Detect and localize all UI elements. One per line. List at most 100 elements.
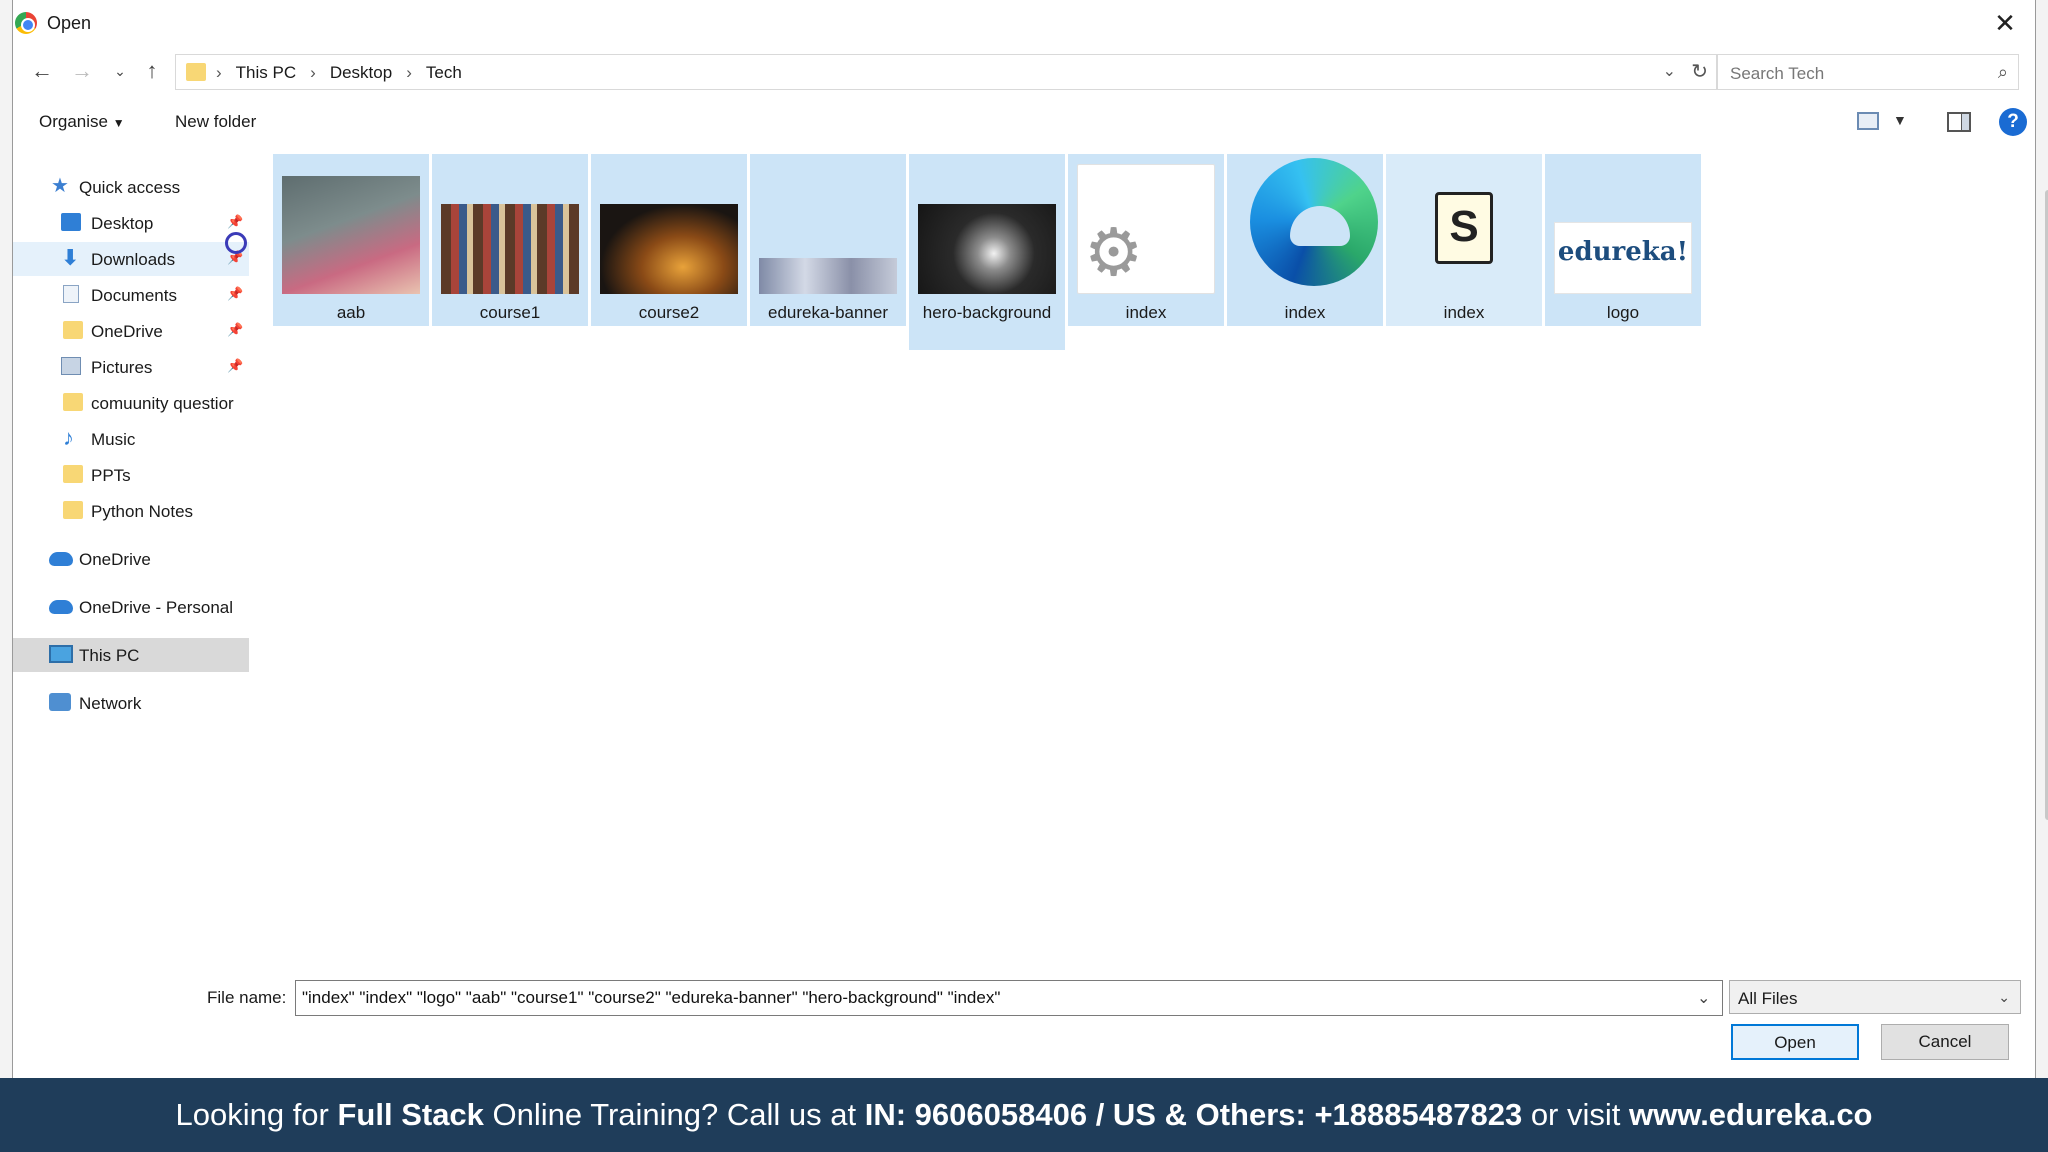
folder-icon (63, 501, 83, 519)
title-bar: Open ✕ (13, 0, 2035, 46)
sidebar-item-label: Desktop (91, 214, 154, 233)
pin-icon: 📌 (227, 322, 244, 337)
navigation-pane: ★ Quick access Desktop 📌 ⬇ Downloads 📌 D… (13, 160, 261, 720)
image-thumbnail (918, 204, 1056, 294)
star-icon: ★ (51, 175, 69, 197)
file-name: hero-background (922, 303, 1052, 322)
sidebar-item-documents[interactable]: Documents 📌 (13, 278, 249, 312)
file-item-course1[interactable]: course1 (432, 154, 588, 326)
view-options-dropdown-icon[interactable]: ▼ (1893, 112, 1907, 128)
logo-thumbnail: edureka! (1554, 222, 1692, 294)
documents-icon (63, 285, 79, 303)
edge-logo-icon (1250, 158, 1378, 286)
up-arrow-icon: ↑ (146, 58, 158, 83)
sidebar-item-onedrive[interactable]: OneDrive (13, 542, 249, 576)
file-item-hero-background[interactable]: hero-background (909, 154, 1065, 350)
breadcrumb-desktop[interactable]: Desktop (330, 63, 392, 83)
banner-text: Looking for (175, 1097, 338, 1132)
organise-label: Organise (39, 112, 108, 131)
change-view-icon[interactable] (1857, 112, 1879, 130)
file-item-index-script[interactable]: S index (1386, 154, 1542, 326)
sidebar-item-label: OneDrive (91, 322, 163, 341)
breadcrumb-separator: › (216, 63, 222, 82)
recent-locations-button[interactable]: ⌄ (105, 56, 135, 86)
folder-icon (63, 321, 83, 339)
promo-banner: Looking for Full Stack Online Training? … (0, 1078, 2048, 1152)
image-thumbnail (441, 204, 579, 294)
pin-icon: 📌 (227, 214, 244, 229)
back-button[interactable]: ← (27, 56, 57, 86)
file-item-aab[interactable]: aab (273, 154, 429, 326)
chevron-down-icon: ⌄ (114, 63, 126, 79)
back-arrow-icon: ← (31, 58, 53, 83)
image-thumbnail (282, 176, 420, 294)
forward-arrow-icon: → (71, 58, 93, 83)
sidebar-item-quick-access[interactable]: ★ Quick access (13, 170, 249, 204)
sidebar-item-onedrive-folder[interactable]: OneDrive 📌 (13, 314, 249, 348)
search-icon: ⌕ (1997, 62, 2008, 82)
address-bar[interactable]: › This PC › Desktop › Tech ⌄ ↻ (175, 54, 1717, 90)
sidebar-item-desktop[interactable]: Desktop 📌 (13, 206, 249, 240)
sidebar-item-python-notes[interactable]: Python Notes (13, 494, 249, 528)
banner-course: Full Stack (337, 1097, 484, 1132)
breadcrumb-this-pc[interactable]: This PC (236, 63, 296, 83)
cloud-icon (49, 600, 73, 614)
breadcrumb: › This PC › Desktop › Tech (216, 63, 462, 83)
address-dropdown-icon[interactable]: ⌄ (1663, 61, 1676, 81)
cancel-button[interactable]: Cancel (1881, 1024, 2009, 1060)
file-name: aab (336, 303, 366, 322)
gear-icon: ⚙ (1084, 215, 1144, 289)
sidebar-item-label: Network (79, 694, 142, 713)
file-name: index (1125, 303, 1167, 322)
up-button[interactable]: ↑ (137, 56, 167, 86)
sidebar-item-downloads[interactable]: ⬇ Downloads 📌 (13, 242, 249, 276)
file-type-select[interactable]: All Files ⌄ (1729, 980, 2021, 1014)
file-item-course2[interactable]: course2 (591, 154, 747, 326)
cloud-icon (49, 552, 73, 566)
file-name: edureka-banner (767, 303, 889, 322)
sidebar-item-pictures[interactable]: Pictures 📌 (13, 350, 249, 384)
folder-icon (186, 63, 206, 81)
organise-button[interactable]: Organise ▼ (39, 112, 125, 132)
image-thumbnail (759, 258, 897, 294)
edureka-logo-text: edureka! (1557, 237, 1689, 267)
sidebar-item-this-pc[interactable]: This PC (13, 638, 249, 672)
close-button[interactable]: ✕ (1985, 6, 2025, 40)
pin-icon: 📌 (227, 358, 244, 373)
busy-cursor-icon (225, 232, 247, 254)
file-item-index-settings[interactable]: ⚙ index (1068, 154, 1224, 326)
sidebar-item-ppts[interactable]: PPTs (13, 458, 249, 492)
refresh-icon[interactable]: ↻ (1691, 59, 1708, 84)
sidebar-item-label: Python Notes (91, 502, 194, 521)
forward-button[interactable]: → (67, 56, 97, 86)
search-box[interactable]: Search Tech ⌕ (1717, 54, 2019, 90)
sidebar-item-community-questions[interactable]: comuunity questior (13, 386, 249, 420)
file-name: index (1284, 303, 1326, 322)
breadcrumb-tech[interactable]: Tech (426, 63, 462, 83)
file-name-label: File name: (207, 988, 287, 1007)
search-input[interactable]: Search Tech (1730, 64, 1824, 84)
sidebar-item-label: This PC (79, 646, 140, 665)
file-name-input[interactable] (295, 980, 1723, 1016)
open-button[interactable]: Open (1731, 1024, 1859, 1060)
open-file-dialog: Open ✕ ← → ⌄ ↑ › This PC › Desktop › Tec… (12, 0, 2048, 1080)
sidebar-item-music[interactable]: ♪ Music (13, 422, 249, 456)
script-file-icon: S (1395, 188, 1533, 288)
preview-pane-icon[interactable] (1947, 112, 1971, 132)
sidebar-item-label: comuunity questior (91, 394, 234, 413)
file-item-edureka-banner[interactable]: edureka-banner (750, 154, 906, 326)
command-bar: Organise ▼ New folder ▼ ? (13, 104, 2035, 140)
image-thumbnail (600, 204, 738, 294)
file-item-logo[interactable]: edureka! logo (1545, 154, 1701, 326)
file-name: course2 (638, 303, 700, 322)
banner-url[interactable]: www.edureka.co (1629, 1097, 1873, 1132)
help-icon[interactable]: ? (1999, 108, 2027, 136)
sidebar-item-label: Downloads (91, 250, 176, 269)
sidebar-item-onedrive-personal[interactable]: OneDrive - Personal (13, 590, 249, 624)
window-title: Open (47, 13, 92, 33)
sidebar-item-network[interactable]: Network (13, 686, 249, 720)
folder-icon (63, 393, 83, 411)
edge-browser-icon (1236, 154, 1378, 294)
new-folder-button[interactable]: New folder (175, 112, 256, 132)
file-item-index-html[interactable]: index (1227, 154, 1383, 326)
